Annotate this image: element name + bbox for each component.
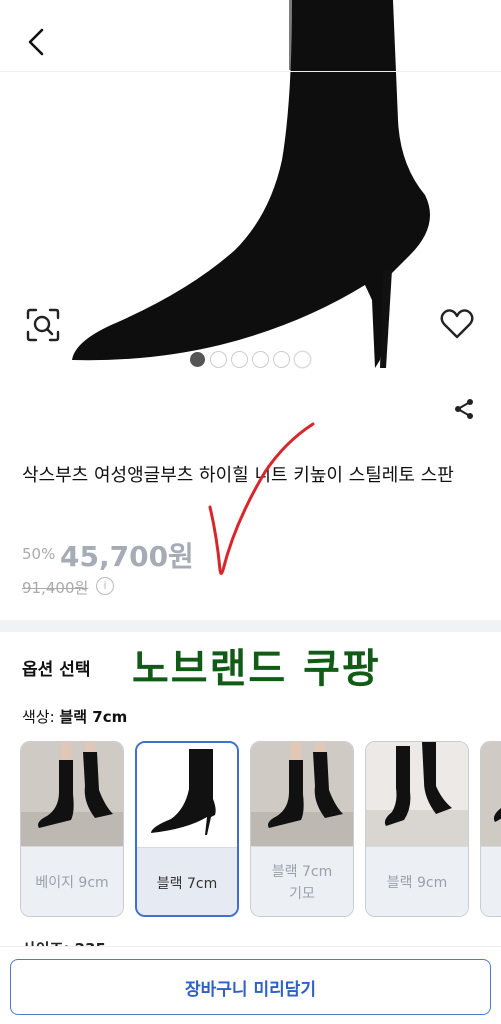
red-checkmark-annotation (208, 422, 315, 575)
selected-color-line: 색상: 블랙 7cm (22, 706, 127, 727)
share-icon (455, 399, 473, 419)
option-image (251, 742, 353, 846)
option-label: 블랙 9cm (366, 846, 468, 916)
product-page: 삭스부츠 여성앵글부츠 하이힐 니트 키높이 스틸레토 스판 50% 45,70… (0, 0, 501, 1024)
option-label: 블랙 7cm (137, 847, 237, 915)
option-label: 베이지 9cm (21, 846, 123, 916)
color-value: 블랙 7cm (59, 708, 128, 726)
original-price: 91,400원 (22, 579, 89, 597)
carousel-indicator (190, 352, 310, 367)
carousel-dot[interactable] (253, 352, 268, 367)
option-image (481, 742, 501, 846)
wishlist-button[interactable] (440, 308, 474, 340)
section-divider (0, 620, 501, 632)
carousel-dot[interactable] (232, 352, 247, 367)
zoom-search-button[interactable] (24, 306, 62, 344)
discount-rate: 50% (22, 545, 56, 563)
options-section-title: 옵션 선택 (22, 660, 91, 680)
option-card-partial[interactable] (480, 741, 501, 917)
share-button[interactable] (452, 397, 476, 421)
option-card-black-9cm[interactable]: 블랙 9cm (365, 741, 469, 917)
bottom-bar: 장바구니 미리담기 (0, 946, 501, 1024)
option-image (137, 743, 237, 847)
option-cards: 베이지 9cm 블랙 7cm 블랙 7cm 기모 블랙 9cm (20, 741, 501, 917)
carousel-dot[interactable] (274, 352, 289, 367)
top-bar (0, 0, 501, 72)
option-label: 블랙 7cm 기모 (251, 846, 353, 916)
option-card-beige-9cm[interactable]: 베이지 9cm (20, 741, 124, 917)
product-title: 삭스부츠 여성앵글부츠 하이힐 니트 키높이 스틸레토 스판 (22, 465, 454, 486)
carousel-dot[interactable] (295, 352, 310, 367)
zoom-search-icon (26, 308, 60, 342)
option-image (366, 742, 468, 846)
carousel-dot[interactable] (190, 352, 205, 367)
back-icon (28, 28, 44, 56)
add-to-cart-button[interactable]: 장바구니 미리담기 (10, 959, 491, 1015)
color-label: 색상: (22, 708, 60, 726)
sale-price: 45,700원 (60, 540, 194, 573)
heart-icon (440, 309, 474, 339)
option-image (21, 742, 123, 846)
option-card-black-7cm-fleece[interactable]: 블랙 7cm 기모 (250, 741, 354, 917)
brand-overlay-text: 노브랜드 쿠팡 (132, 646, 381, 692)
option-card-black-7cm[interactable]: 블랙 7cm (135, 741, 239, 917)
info-icon[interactable]: i (96, 577, 114, 595)
back-button[interactable] (18, 22, 54, 62)
carousel-dot[interactable] (211, 352, 226, 367)
option-label (481, 846, 501, 916)
